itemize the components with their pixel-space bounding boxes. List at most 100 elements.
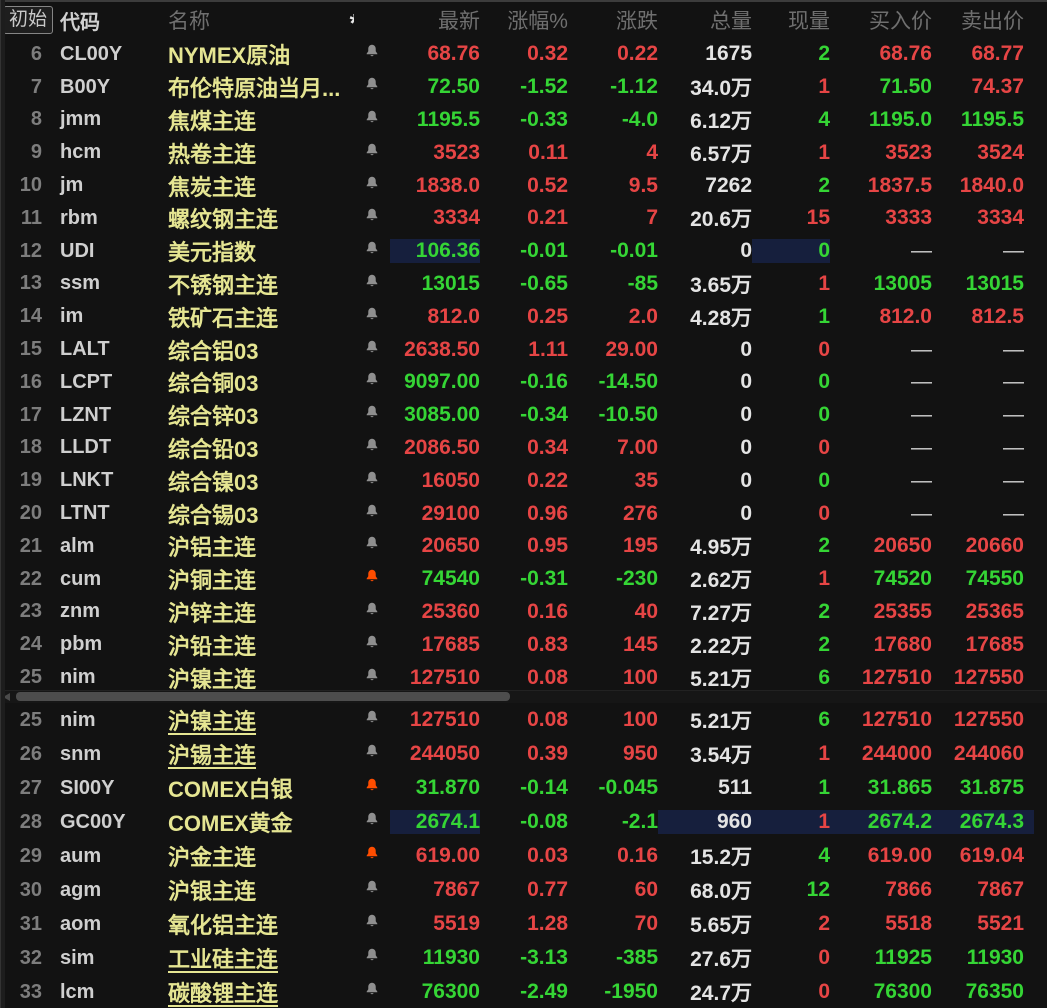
table-row[interactable]: 33lcm碳酸锂主连76300-2.49-195024.7万0763007635… [0, 975, 1047, 1008]
alert-bell-icon[interactable] [364, 43, 380, 60]
table-row[interactable]: 30agm沪银主连78670.776068.0万1278667867 [0, 873, 1047, 907]
last-price-cell: 76300 [390, 980, 480, 1004]
table-row[interactable]: 19LNKT综合镍03160500.223500—— [0, 464, 1047, 497]
alert-bell-icon[interactable] [364, 273, 380, 290]
alert-bell-icon[interactable] [364, 207, 380, 224]
table-row[interactable]: 31aom氧化铝主连55191.28705.65万255185521 [0, 907, 1047, 941]
column-header-name[interactable]: 名称 * ● [156, 5, 354, 35]
ask-price-cell: — [932, 370, 1034, 394]
table-row[interactable]: 9hcm热卷主连35230.1146.57万135233524 [0, 136, 1047, 169]
alert-bell-icon[interactable] [364, 470, 380, 487]
table-row[interactable]: 8jmm焦煤主连1195.5-0.33-4.06.12万41195.01195.… [0, 104, 1047, 137]
alert-bell-icon[interactable] [364, 743, 380, 760]
table-row[interactable]: 32sim工业硅主连11930-3.13-38527.6万01192511930 [0, 941, 1047, 975]
alert-bell-icon[interactable] [364, 404, 380, 421]
change-percent-cell: -0.14 [480, 776, 568, 800]
column-header-bid[interactable]: 买入价 [830, 5, 932, 35]
alert-bell-icon[interactable] [364, 240, 380, 257]
alert-bell-icon[interactable] [364, 811, 380, 828]
table-row[interactable]: 25nim沪镍主连1275100.081005.21万6127510127550 [0, 703, 1047, 737]
column-header-initial[interactable]: 初始 [0, 6, 56, 34]
alert-bell-icon[interactable] [364, 777, 380, 794]
column-header-change-pct[interactable]: 涨幅% [480, 5, 568, 35]
instrument-name: 综合铝03 [156, 334, 354, 366]
alert-bell-cell [354, 601, 390, 623]
table-row[interactable]: 21alm沪铝主连206500.951954.95万22065020660 [0, 530, 1047, 563]
instrument-code: sim [56, 947, 156, 970]
scrollbar-thumb[interactable] [16, 692, 510, 701]
change-percent-cell: -0.31 [480, 567, 568, 591]
column-header-last[interactable]: 最新 [390, 5, 480, 35]
alert-bell-icon[interactable] [364, 175, 380, 192]
change-cell: 70 [568, 912, 658, 936]
column-header-volume[interactable]: 总量 [658, 5, 752, 35]
alert-bell-cell [354, 568, 390, 590]
table-row[interactable]: 23znm沪锌主连253600.16407.27万22535525365 [0, 596, 1047, 629]
alert-bell-icon[interactable] [364, 568, 380, 585]
alert-bell-icon[interactable] [364, 845, 380, 862]
alert-bell-icon[interactable] [364, 306, 380, 323]
horizontal-scrollbar[interactable] [0, 690, 1047, 703]
table-row[interactable]: 11rbm螺纹钢主连33340.21720.6万1533333334 [0, 202, 1047, 235]
alert-bell-icon[interactable] [364, 667, 380, 684]
alert-bell-icon[interactable] [364, 709, 380, 726]
table-row[interactable]: 22cum沪铜主连74540-0.31-2302.62万17452074550 [0, 563, 1047, 596]
table-row[interactable]: 7B00Y布伦特原油当月...72.50-1.52-1.1234.0万171.5… [0, 71, 1047, 104]
column-header-code[interactable]: 代码 [56, 6, 156, 35]
table-row[interactable]: 27SI00YCOMEX白银31.870-0.14-0.045511131.86… [0, 771, 1047, 805]
bid-price-cell: 74520 [830, 567, 932, 591]
table-row[interactable]: 25nim沪镍主连1275100.081005.21万6127510127550 [0, 661, 1047, 690]
alert-bell-icon[interactable] [364, 601, 380, 618]
table-row[interactable]: 20LTNT综合锡03291000.9627600—— [0, 497, 1047, 530]
alert-bell-icon[interactable] [364, 913, 380, 930]
alert-bell-icon[interactable] [364, 879, 380, 896]
current-volume-cell: 0 [752, 239, 830, 263]
table-row[interactable]: 12UDI美元指数106.36-0.01-0.0100—— [0, 235, 1047, 268]
column-header-current-volume[interactable]: 现量 [752, 5, 830, 35]
table-row[interactable]: 13ssm不锈钢主连13015-0.65-853.65万11300513015 [0, 268, 1047, 301]
current-volume-cell: 0 [752, 436, 830, 460]
alert-bell-icon[interactable] [364, 947, 380, 964]
current-volume-cell: 0 [752, 946, 830, 970]
alert-bell-icon[interactable] [364, 109, 380, 126]
alert-bell-icon[interactable] [364, 503, 380, 520]
alert-bell-cell [354, 743, 390, 765]
table-row[interactable]: 24pbm沪铅主连176850.831452.22万21768017685 [0, 628, 1047, 661]
last-price-cell: 2086.50 [390, 436, 480, 460]
current-volume-cell: 4 [752, 844, 830, 868]
change-percent-cell: -2.49 [480, 980, 568, 1004]
table-row[interactable]: 6CL00YNYMEX原油68.760.320.221675268.7668.7… [0, 38, 1047, 71]
row-number: 29 [0, 845, 56, 868]
alert-bell-icon[interactable] [364, 371, 380, 388]
column-header-change[interactable]: 涨跌 [568, 5, 658, 35]
table-row[interactable]: 29aum沪金主连619.000.030.1615.2万4619.00619.0… [0, 839, 1047, 873]
instrument-name: 焦炭主连 [156, 170, 354, 202]
alert-bell-icon[interactable] [364, 634, 380, 651]
table-row[interactable]: 10jm焦炭主连1838.00.529.5726221837.51840.0 [0, 169, 1047, 202]
bid-price-cell: — [830, 403, 932, 427]
alert-bell-icon[interactable] [364, 339, 380, 356]
column-header-ask[interactable]: 卖出价 [932, 5, 1034, 35]
initial-sort-button[interactable]: 初始 [3, 6, 53, 34]
alert-bell-icon[interactable] [364, 981, 380, 998]
current-volume-cell: 15 [752, 206, 830, 230]
ask-price-cell: 619.04 [932, 844, 1034, 868]
current-volume-cell: 0 [752, 403, 830, 427]
change-percent-cell: 0.21 [480, 206, 568, 230]
bid-price-cell: 20650 [830, 534, 932, 558]
current-volume-cell: 1 [752, 810, 830, 834]
table-row[interactable]: 16LCPT综合铜039097.00-0.16-14.5000—— [0, 366, 1047, 399]
table-row[interactable]: 17LZNT综合锌033085.00-0.34-10.5000—— [0, 399, 1047, 432]
current-volume-cell: 2 [752, 174, 830, 198]
table-row[interactable]: 18LLDT综合铅032086.500.347.0000—— [0, 432, 1047, 465]
table-row[interactable]: 28GC00YCOMEX黄金2674.1-0.08-2.196012674.22… [0, 805, 1047, 839]
alert-bell-icon[interactable] [364, 437, 380, 454]
alert-bell-cell [354, 879, 390, 901]
instrument-code: GC00Y [56, 811, 156, 834]
alert-bell-icon[interactable] [364, 76, 380, 93]
table-row[interactable]: 14im铁矿石主连812.00.252.04.28万1812.0812.5 [0, 300, 1047, 333]
table-row[interactable]: 15LALT综合铝032638.501.1129.0000—— [0, 333, 1047, 366]
table-row[interactable]: 26snm沪锡主连2440500.399503.54万1244000244060 [0, 737, 1047, 771]
alert-bell-icon[interactable] [364, 535, 380, 552]
alert-bell-icon[interactable] [364, 142, 380, 159]
